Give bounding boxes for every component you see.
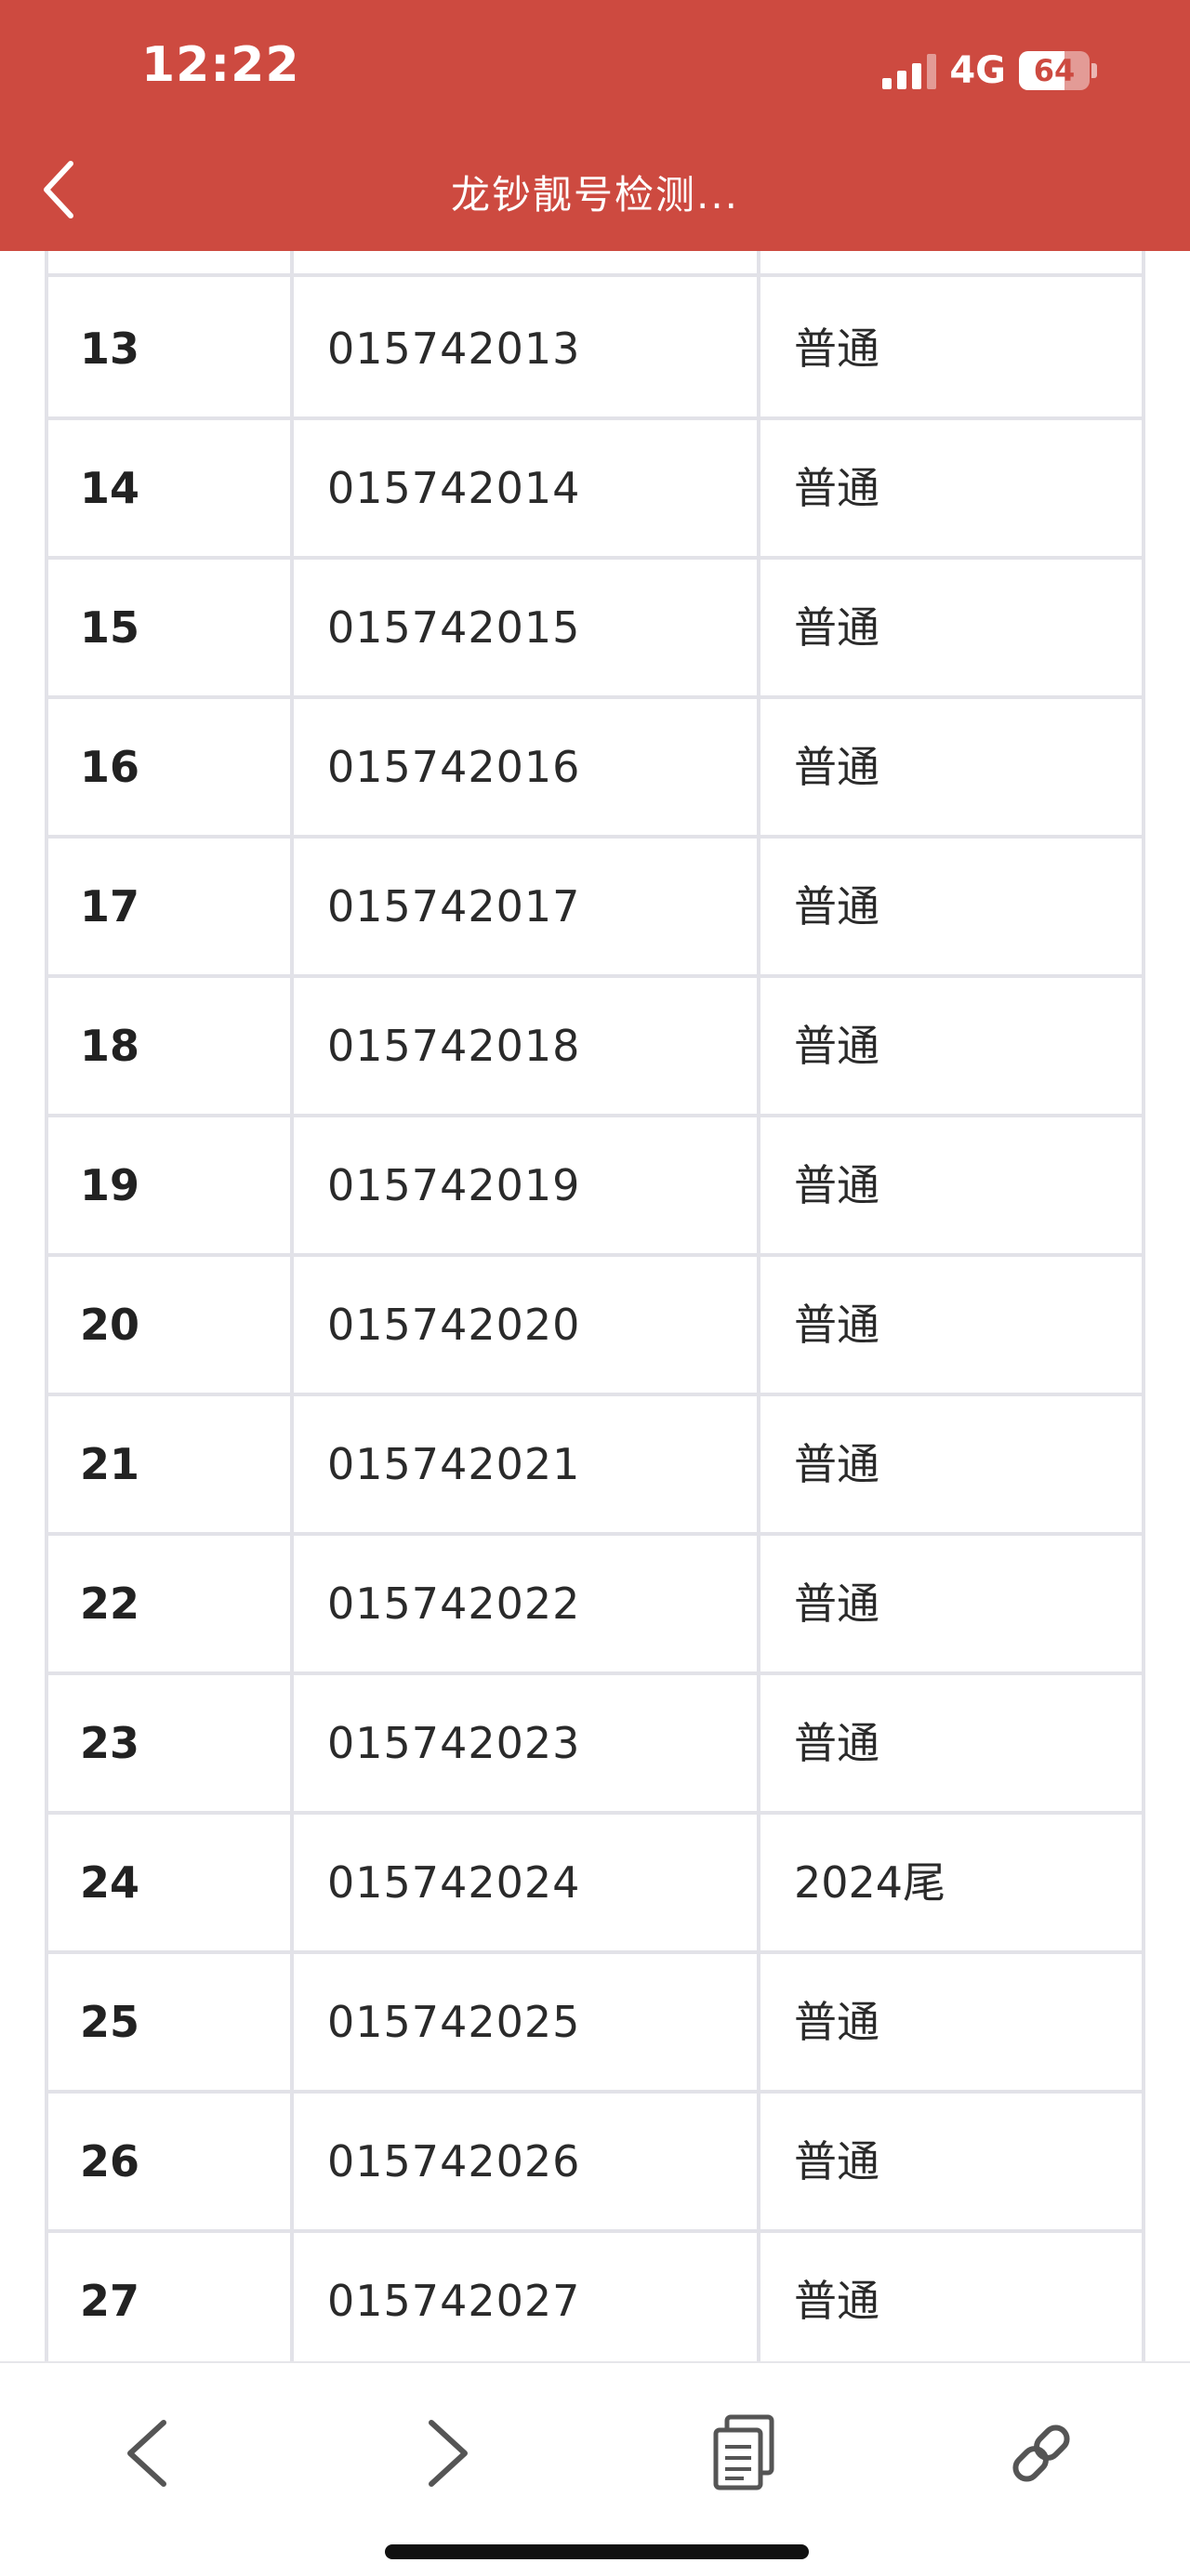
row-number: 015742014 bbox=[327, 463, 581, 513]
forward-icon[interactable] bbox=[409, 2411, 483, 2495]
row-number: 015742017 bbox=[327, 881, 581, 931]
table-row: 24 015742024 2024尾 bbox=[45, 1815, 1145, 1954]
row-index: 23 bbox=[80, 1718, 140, 1768]
row-tag: 普通 bbox=[794, 463, 879, 513]
row-tag: 普通 bbox=[794, 324, 879, 374]
row-index: 22 bbox=[80, 1579, 140, 1629]
row-number: 015742026 bbox=[327, 2136, 581, 2186]
table-row: 18 015742018 普通 bbox=[45, 978, 1145, 1117]
row-index: 27 bbox=[80, 2276, 140, 2326]
home-indicator[interactable] bbox=[385, 2544, 809, 2559]
row-tag: 普通 bbox=[794, 2276, 879, 2326]
row-index: 25 bbox=[80, 1997, 140, 2047]
row-tag: 普通 bbox=[794, 1997, 879, 2047]
row-number: 015742019 bbox=[327, 1160, 581, 1210]
row-tag: 普通 bbox=[794, 1718, 879, 1768]
network-type: 4G bbox=[949, 49, 1006, 92]
page-title: 龙钞靓号检测... bbox=[450, 172, 740, 218]
row-index: 14 bbox=[80, 463, 140, 513]
row-index: 16 bbox=[80, 742, 140, 792]
row-index: 15 bbox=[80, 602, 140, 653]
number-table: 13 015742013 普通 14 015742014 普通 15 01574… bbox=[45, 251, 1145, 2361]
battery-level: 64 bbox=[1033, 53, 1076, 88]
table-row: 26 015742026 普通 bbox=[45, 2094, 1145, 2233]
status-indicators: 4G 64 bbox=[882, 45, 1097, 97]
row-number: 015742013 bbox=[327, 324, 581, 374]
row-tag: 普通 bbox=[794, 1160, 879, 1210]
table-row: 15 015742015 普通 bbox=[45, 560, 1145, 699]
table-row: 17 015742017 普通 bbox=[45, 839, 1145, 978]
row-index: 21 bbox=[80, 1439, 140, 1489]
browser-toolbar bbox=[0, 2361, 1190, 2576]
app-header: 12:22 4G 64 龙钞靓号检测... bbox=[0, 0, 1190, 251]
row-number: 015742020 bbox=[327, 1300, 581, 1350]
row-tag: 普通 bbox=[794, 1439, 879, 1489]
row-number: 015742018 bbox=[327, 1021, 581, 1071]
back-icon[interactable] bbox=[112, 2411, 186, 2495]
row-index: 26 bbox=[80, 2136, 140, 2186]
table-row: 20 015742020 普通 bbox=[45, 1257, 1145, 1396]
table-row: 25 015742025 普通 bbox=[45, 1954, 1145, 2094]
table-row-partial bbox=[45, 251, 1145, 277]
row-tag: 普通 bbox=[794, 2136, 879, 2186]
table-row: 16 015742016 普通 bbox=[45, 699, 1145, 839]
pages-icon[interactable] bbox=[707, 2411, 781, 2495]
row-number: 015742022 bbox=[327, 1579, 581, 1629]
table-row: 22 015742022 普通 bbox=[45, 1536, 1145, 1675]
cellular-signal-icon bbox=[882, 52, 937, 89]
row-number: 015742021 bbox=[327, 1439, 581, 1489]
row-number: 015742023 bbox=[327, 1718, 581, 1768]
row-number: 015742027 bbox=[327, 2276, 581, 2326]
row-index: 17 bbox=[80, 881, 140, 931]
status-time: 12:22 bbox=[141, 37, 300, 93]
row-tag: 普通 bbox=[794, 881, 879, 931]
row-number: 015742024 bbox=[327, 1857, 581, 1908]
row-index: 20 bbox=[80, 1300, 140, 1350]
table-row: 13 015742013 普通 bbox=[45, 281, 1145, 420]
row-tag: 普通 bbox=[794, 742, 879, 792]
table-row: 27 015742027 普通 bbox=[45, 2233, 1145, 2361]
row-index: 18 bbox=[80, 1021, 140, 1071]
row-tag: 普通 bbox=[794, 1300, 879, 1350]
table-row: 23 015742023 普通 bbox=[45, 1675, 1145, 1815]
row-tag: 普通 bbox=[794, 1021, 879, 1071]
row-number: 015742015 bbox=[327, 602, 581, 653]
row-index: 13 bbox=[80, 324, 140, 374]
table-row: 14 015742014 普通 bbox=[45, 420, 1145, 560]
link-icon[interactable] bbox=[1004, 2411, 1078, 2495]
row-index: 24 bbox=[80, 1857, 140, 1908]
row-tag: 2024尾 bbox=[794, 1857, 946, 1908]
row-index: 19 bbox=[80, 1160, 140, 1210]
table-row: 21 015742021 普通 bbox=[45, 1396, 1145, 1536]
row-number: 015742016 bbox=[327, 742, 581, 792]
battery-icon: 64 bbox=[1019, 51, 1097, 90]
row-tag: 普通 bbox=[794, 1579, 879, 1629]
row-number: 015742025 bbox=[327, 1997, 581, 2047]
table-row: 19 015742019 普通 bbox=[45, 1117, 1145, 1257]
row-tag: 普通 bbox=[794, 602, 879, 653]
